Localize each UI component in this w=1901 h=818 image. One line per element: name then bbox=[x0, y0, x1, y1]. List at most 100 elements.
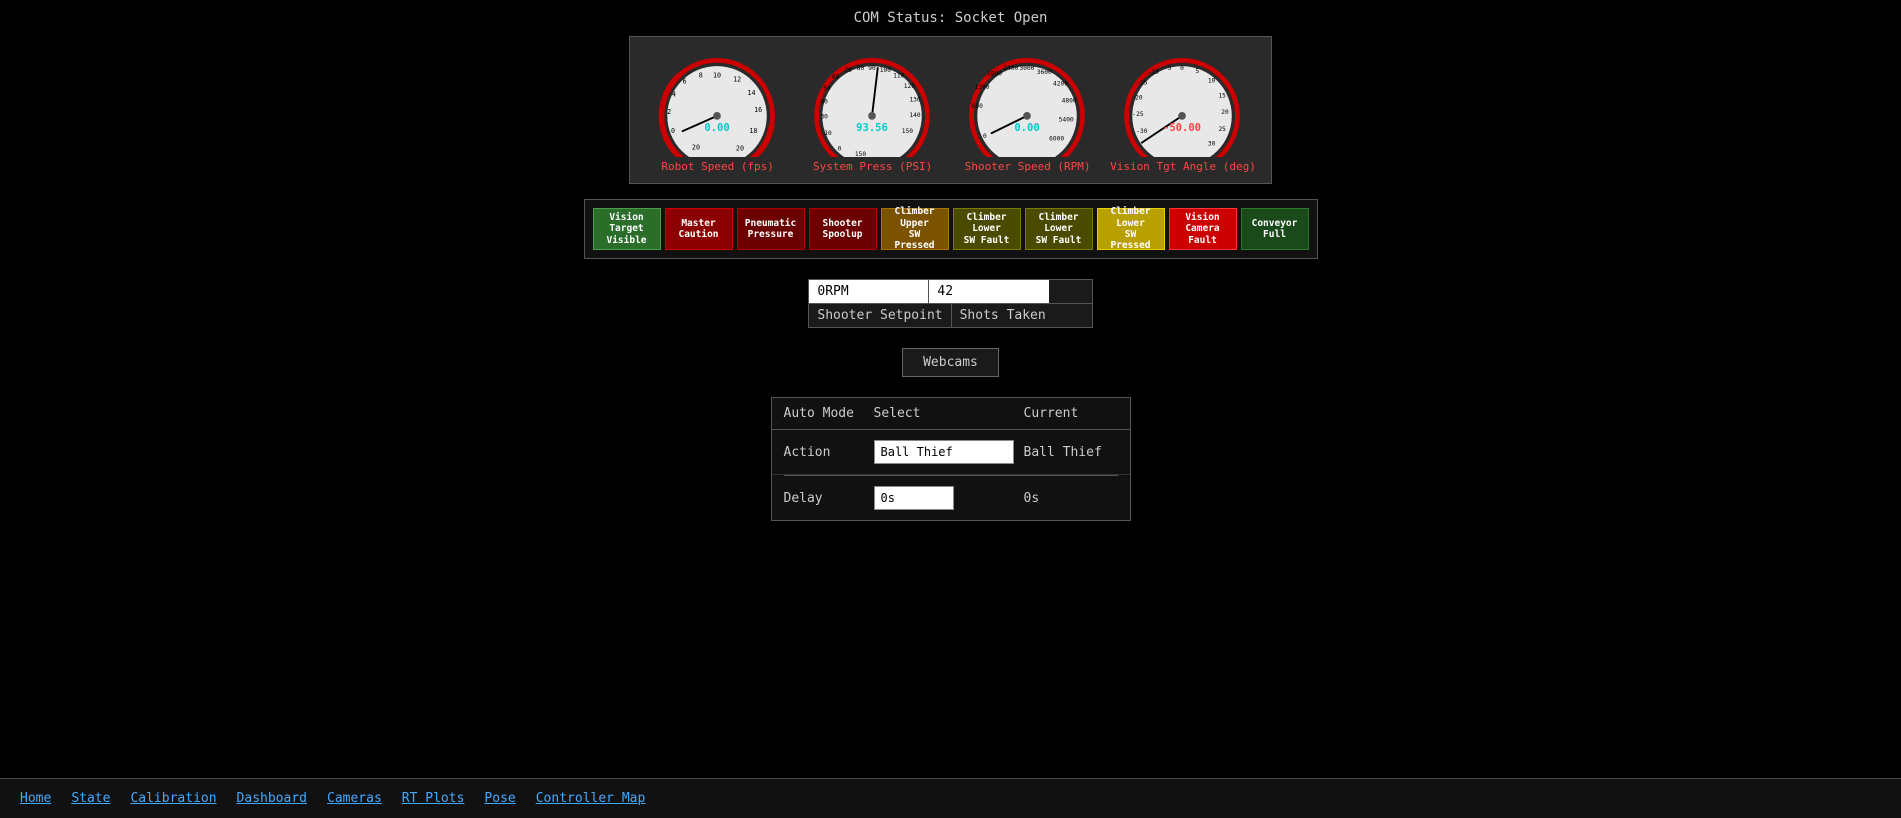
svg-text:3000: 3000 bbox=[1020, 65, 1035, 72]
nav-pose[interactable]: Pose bbox=[484, 791, 515, 806]
svg-text:130: 130 bbox=[910, 97, 921, 104]
status-box-2: PneumaticPressure bbox=[737, 208, 805, 250]
action-select-wrapper: Ball Thief Do Nothing Drive Forward bbox=[874, 440, 1024, 464]
com-status: COM Status: Socket Open bbox=[854, 10, 1048, 26]
status-box-3: ShooterSpoolup bbox=[809, 208, 877, 250]
status-box-7: ClimberLowerSWPressed bbox=[1097, 208, 1165, 250]
svg-text:80: 80 bbox=[857, 65, 865, 72]
status-boxes-container: VisionTargetVisible MasterCaution Pneuma… bbox=[584, 199, 1318, 259]
shooter-rpm-value: 0RPM bbox=[809, 280, 929, 303]
svg-text:-20: -20 bbox=[1132, 95, 1143, 102]
vision-angle-label: Vision Tgt Angle (deg) bbox=[1110, 160, 1256, 173]
delay-label: Delay bbox=[784, 491, 874, 506]
svg-text:0: 0 bbox=[1181, 65, 1185, 72]
nav-calibration[interactable]: Calibration bbox=[130, 791, 216, 806]
vision-angle-gauge: 0 5 10 15 20 25 30 -5 -10 -15 -20 -25 -3… bbox=[1110, 47, 1256, 173]
shots-taken-value: 42 bbox=[929, 280, 1049, 303]
svg-text:20: 20 bbox=[736, 144, 744, 152]
delay-select[interactable]: 0s 1s 2s 3s 5s bbox=[874, 486, 954, 510]
svg-text:0: 0 bbox=[671, 127, 675, 135]
nav-rt-plots[interactable]: RT Plots bbox=[402, 791, 465, 806]
svg-text:18: 18 bbox=[749, 127, 757, 135]
system-press-svg: 90 100 110 120 130 140 150 80 70 60 50 4… bbox=[800, 47, 945, 157]
svg-text:-15: -15 bbox=[1137, 79, 1148, 86]
action-select[interactable]: Ball Thief Do Nothing Drive Forward bbox=[874, 440, 1014, 464]
status-box-6: ClimberLowerSW Fault bbox=[1025, 208, 1093, 250]
auto-mode-current-header: Current bbox=[1024, 406, 1124, 421]
status-box-9: ConveyorFull bbox=[1241, 208, 1309, 250]
robot-speed-label: Robot Speed (fps) bbox=[661, 160, 774, 173]
svg-text:600: 600 bbox=[972, 103, 983, 110]
status-box-0: VisionTargetVisible bbox=[593, 208, 661, 250]
svg-text:30: 30 bbox=[821, 114, 829, 121]
gauges-container: 10 12 14 16 18 20 8 6 4 2 0 20 0.00 Robo… bbox=[629, 36, 1272, 184]
status-box-8: VisionCameraFault bbox=[1169, 208, 1237, 250]
svg-text:50: 50 bbox=[823, 85, 831, 92]
svg-text:2: 2 bbox=[667, 108, 671, 116]
system-press-label: System Press (PSI) bbox=[813, 160, 932, 173]
robot-speed-svg: 10 12 14 16 18 20 8 6 4 2 0 20 0.00 bbox=[645, 47, 790, 157]
svg-text:0.00: 0.00 bbox=[1014, 122, 1039, 134]
svg-text:14: 14 bbox=[748, 89, 756, 97]
svg-text:4800: 4800 bbox=[1062, 97, 1077, 104]
svg-text:100: 100 bbox=[880, 67, 891, 74]
svg-text:40: 40 bbox=[821, 98, 829, 105]
shots-taken-label: Shots Taken bbox=[952, 304, 1092, 327]
nav-cameras[interactable]: Cameras bbox=[327, 791, 382, 806]
shooter-speed-gauge: 3000 3600 4200 4800 5400 6000 2400 1800 … bbox=[955, 47, 1100, 173]
svg-text:0: 0 bbox=[838, 145, 842, 152]
svg-text:1200: 1200 bbox=[975, 84, 990, 91]
nav-controller-map[interactable]: Controller Map bbox=[536, 791, 646, 806]
svg-text:150: 150 bbox=[855, 151, 866, 157]
svg-text:70: 70 bbox=[845, 67, 853, 74]
svg-text:90: 90 bbox=[868, 65, 876, 72]
svg-text:10: 10 bbox=[824, 130, 832, 137]
svg-text:110: 110 bbox=[893, 73, 904, 80]
svg-text:8: 8 bbox=[699, 72, 703, 80]
delay-row: Delay 0s 1s 2s 3s 5s 0s bbox=[772, 476, 1130, 520]
svg-text:25: 25 bbox=[1219, 126, 1227, 133]
data-row-2: Shooter Setpoint Shots Taken bbox=[809, 304, 1091, 327]
status-box-4: ClimberUpperSWPressed bbox=[881, 208, 949, 250]
auto-mode-header: Auto Mode Select Current bbox=[772, 398, 1130, 430]
svg-text:20: 20 bbox=[1222, 109, 1230, 116]
svg-text:93.56: 93.56 bbox=[856, 122, 888, 134]
data-row-1: 0RPM 42 bbox=[809, 280, 1091, 304]
svg-text:20: 20 bbox=[692, 143, 700, 151]
webcams-button[interactable]: Webcams bbox=[902, 348, 999, 377]
svg-text:10: 10 bbox=[713, 72, 721, 80]
system-press-gauge: 90 100 110 120 130 140 150 80 70 60 50 4… bbox=[800, 47, 945, 173]
svg-text:-5: -5 bbox=[1164, 65, 1172, 72]
svg-text:3600: 3600 bbox=[1037, 69, 1052, 76]
svg-text:6000: 6000 bbox=[1049, 136, 1064, 143]
nav-dashboard[interactable]: Dashboard bbox=[237, 791, 307, 806]
nav-home[interactable]: Home bbox=[20, 791, 51, 806]
status-box-1: MasterCaution bbox=[665, 208, 733, 250]
svg-text:30: 30 bbox=[1208, 141, 1216, 148]
svg-text:4: 4 bbox=[672, 91, 676, 99]
svg-text:0: 0 bbox=[983, 133, 987, 140]
auto-mode-table: Auto Mode Select Current Action Ball Thi… bbox=[771, 397, 1131, 521]
svg-text:-30: -30 bbox=[1137, 128, 1148, 135]
svg-text:0.00: 0.00 bbox=[704, 122, 729, 134]
svg-text:2400: 2400 bbox=[1003, 65, 1018, 72]
svg-text:-25: -25 bbox=[1133, 111, 1144, 118]
delay-current: 0s bbox=[1024, 491, 1124, 506]
svg-text:-10: -10 bbox=[1148, 69, 1159, 76]
svg-text:60: 60 bbox=[832, 74, 840, 81]
data-fields: 0RPM 42 Shooter Setpoint Shots Taken bbox=[808, 279, 1092, 328]
status-box-5: ClimberLowerSW Fault bbox=[953, 208, 1021, 250]
svg-text:5400: 5400 bbox=[1059, 117, 1074, 124]
shooter-speed-label: Shooter Speed (RPM) bbox=[965, 160, 1091, 173]
nav-state[interactable]: State bbox=[71, 791, 110, 806]
vision-angle-svg: 0 5 10 15 20 25 30 -5 -10 -15 -20 -25 -3… bbox=[1110, 47, 1255, 157]
action-current: Ball Thief bbox=[1024, 445, 1124, 460]
svg-text:6: 6 bbox=[683, 77, 687, 85]
svg-text:15: 15 bbox=[1219, 93, 1227, 100]
svg-text:140: 140 bbox=[910, 112, 921, 119]
svg-text:4200: 4200 bbox=[1053, 80, 1068, 87]
auto-mode-title: Auto Mode bbox=[784, 406, 874, 421]
svg-text:1800: 1800 bbox=[987, 71, 1002, 78]
svg-text:16: 16 bbox=[754, 106, 762, 114]
svg-text:10: 10 bbox=[1208, 77, 1216, 84]
